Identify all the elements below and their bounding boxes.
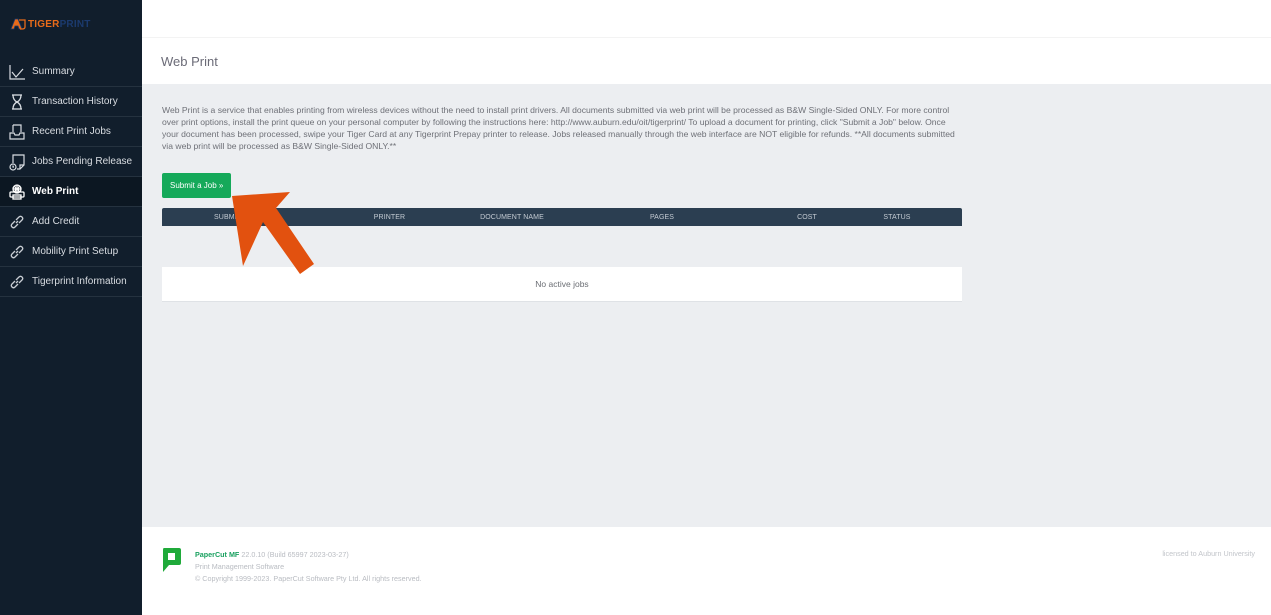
- app-root: TIGER PRINT Summary Transaction History: [0, 0, 1271, 615]
- papercut-logo-icon: [163, 548, 181, 572]
- intro-text: Web Print is a service that enables prin…: [162, 105, 955, 151]
- column-header-status[interactable]: Status: [847, 214, 947, 221]
- submit-job-button[interactable]: Submit a Job »: [162, 173, 232, 198]
- content-area: Web Print is a service that enables prin…: [142, 84, 1271, 527]
- sidebar-item-label: Recent Print Jobs: [32, 126, 111, 137]
- footer-info: PaperCut MF 22.0.10 (Build 65997 2023-03…: [195, 549, 422, 585]
- column-header-pages[interactable]: Pages: [557, 214, 767, 221]
- sidebar-item-recent-print-jobs[interactable]: Recent Print Jobs: [0, 117, 142, 147]
- link-icon: [0, 273, 32, 291]
- sidebar-item-add-credit[interactable]: Add Credit: [0, 207, 142, 237]
- footer: PaperCut MF 22.0.10 (Build 65997 2023-03…: [142, 527, 1271, 615]
- sidebar-item-transaction-history[interactable]: Transaction History: [0, 87, 142, 117]
- column-header-submit-time[interactable]: Submit Time: [162, 214, 312, 221]
- sidebar-item-label: Jobs Pending Release: [32, 156, 133, 167]
- web-printer-icon: [0, 183, 32, 201]
- column-header-document-name[interactable]: Document Name: [467, 214, 557, 221]
- sidebar: TIGER PRINT Summary Transaction History: [0, 0, 142, 615]
- empty-jobs-message: No active jobs: [162, 267, 962, 302]
- product-tagline: Print Management Software: [195, 562, 285, 571]
- link-icon: [0, 243, 32, 261]
- auburn-au-icon: [10, 18, 26, 30]
- column-header-printer[interactable]: Printer: [312, 214, 467, 221]
- product-version: 22.0.10 (Build 65997 2023-03-27): [241, 550, 349, 559]
- line-chart-icon: [0, 63, 32, 81]
- top-bar: [142, 0, 1271, 38]
- page-title: Web Print: [161, 53, 218, 69]
- sidebar-item-label: Tigerprint Information: [32, 276, 127, 287]
- logo-text-print: PRINT: [59, 18, 91, 30]
- product-name[interactable]: PaperCut MF: [195, 550, 239, 559]
- jobs-table: Submit Time Printer Document Name Pages …: [162, 208, 962, 302]
- inbox-tray-icon: [0, 123, 32, 141]
- sidebar-item-jobs-pending-release[interactable]: Jobs Pending Release: [0, 147, 142, 177]
- license-text: licensed to Auburn University: [1162, 549, 1255, 558]
- page-header: Web Print: [142, 38, 1271, 84]
- logo-text-tiger: TIGER: [28, 18, 60, 30]
- table-header: Submit Time Printer Document Name Pages …: [162, 208, 962, 226]
- link-icon: [0, 213, 32, 231]
- sidebar-item-label: Transaction History: [32, 96, 118, 107]
- sidebar-item-summary[interactable]: Summary: [0, 57, 142, 87]
- copyright-text: © Copyright 1999-2023. PaperCut Software…: [195, 574, 422, 583]
- sidebar-nav: Summary Transaction History Recent Print…: [0, 57, 142, 297]
- tigerprint-logo[interactable]: TIGER PRINT: [10, 17, 91, 31]
- sidebar-item-label: Summary: [32, 66, 75, 77]
- sidebar-item-web-print[interactable]: Web Print: [0, 177, 142, 207]
- sidebar-item-label: Add Credit: [32, 216, 80, 227]
- column-header-cost[interactable]: Cost: [767, 214, 847, 221]
- sidebar-item-tigerprint-information[interactable]: Tigerprint Information: [0, 267, 142, 297]
- sidebar-item-label: Web Print: [32, 186, 79, 197]
- sidebar-item-mobility-print-setup[interactable]: Mobility Print Setup: [0, 237, 142, 267]
- pending-document-icon: [0, 153, 32, 171]
- main-panel: Web Print Web Print is a service that en…: [142, 0, 1271, 615]
- hourglass-icon: [0, 93, 32, 111]
- sidebar-item-label: Mobility Print Setup: [32, 246, 119, 257]
